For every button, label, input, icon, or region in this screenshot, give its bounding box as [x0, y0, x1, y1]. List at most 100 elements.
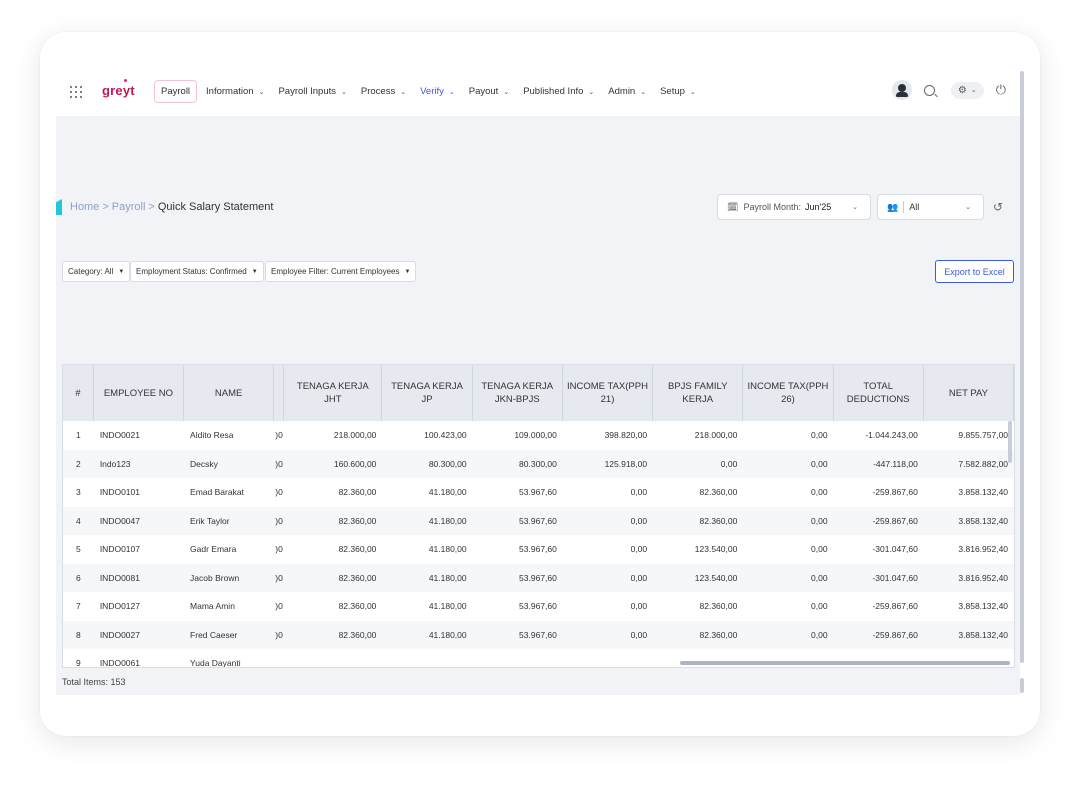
- people-icon: 👥: [887, 201, 899, 212]
- nav-item-label: Published Info: [523, 86, 584, 97]
- employee-filter[interactable]: Employee Filter: Current Employees ▼: [265, 261, 417, 282]
- table-cell: 41.180,00: [428, 572, 467, 583]
- table-cell: 3.816.952,40: [958, 544, 1009, 555]
- column-header[interactable]: NET PAY: [924, 365, 1014, 421]
- table-cell: -259.867,60: [872, 487, 918, 498]
- table-cell: 123.540,00: [694, 544, 738, 555]
- table-cell: 82.360,00: [338, 487, 377, 498]
- table-cell: Erik Taylor: [190, 515, 230, 526]
- table-cell: 9: [76, 658, 81, 668]
- column-header[interactable]: INCOME TAX(PPH 21): [563, 365, 654, 421]
- table-cell: 41.180,00: [428, 629, 467, 640]
- nav-item-information[interactable]: Information ⌄: [206, 86, 264, 97]
- nav-item-payout[interactable]: Payout ⌄: [469, 86, 509, 97]
- table-cell: )0: [275, 629, 283, 640]
- column-header[interactable]: TENAGA KERJA JP: [382, 365, 473, 421]
- column-header[interactable]: TENAGA KERJA JHT: [284, 365, 383, 421]
- column-header[interactable]: TENAGA KERJA JKN-BPJS: [473, 365, 563, 421]
- app-frame: greyt Payroll Information ⌄ Payroll Inputs ⌄…: [40, 32, 1040, 736]
- nav-item-label: Admin: [608, 86, 636, 97]
- table-cell: 6: [76, 572, 81, 583]
- table-cell: 3.858.132,40: [958, 487, 1009, 498]
- table-cell: 0,00: [811, 572, 828, 583]
- table-horizontal-scrollbar[interactable]: [680, 661, 1010, 665]
- employee-group-value: All: [909, 202, 920, 212]
- column-header[interactable]: TOTAL DEDUCTIONS: [834, 365, 924, 421]
- column-header[interactable]: BPJS FAMILY KERJA: [653, 365, 744, 421]
- history-icon[interactable]: ↺: [993, 200, 1003, 214]
- page-scrollbar[interactable]: [1020, 71, 1024, 663]
- table-cell: 7.582.882,00: [958, 458, 1009, 469]
- page-scrollbar-end[interactable]: [1020, 678, 1024, 693]
- table-row[interactable]: 3 INDO0101 Emad Barakat)0 82.360,00 41.180,0…: [63, 478, 1014, 507]
- nav-item-published-info[interactable]: Published Info ⌄: [523, 86, 594, 97]
- power-icon[interactable]: ⏻: [996, 82, 1006, 98]
- table-cell: )0: [275, 487, 283, 498]
- nav-item-verify[interactable]: Verify ⌄: [420, 86, 455, 97]
- chevron-down-icon: ⌄: [400, 88, 407, 96]
- export-to-excel-button[interactable]: Export to Excel: [935, 260, 1014, 283]
- avatar[interactable]: [891, 80, 912, 100]
- table-cell: 3.858.132,40: [958, 629, 1009, 640]
- table-cell: 0,00: [811, 544, 828, 555]
- table-cell: INDO0127: [99, 601, 140, 612]
- table-vertical-scrollbar[interactable]: [1008, 421, 1012, 463]
- employee-group-select[interactable]: 👥 All ⌄: [877, 194, 984, 220]
- table-cell: 5: [76, 544, 81, 555]
- table-cell: 4: [76, 515, 81, 526]
- chevron-down-icon: ⌄: [965, 204, 971, 211]
- nav-item-process[interactable]: Process ⌄: [361, 86, 406, 97]
- column-header[interactable]: [274, 365, 285, 421]
- table-cell: 53.967,60: [519, 544, 557, 555]
- breadcrumb-payroll[interactable]: Payroll: [112, 201, 146, 213]
- table-cell: 0,00: [630, 515, 648, 526]
- column-header[interactable]: NAME: [184, 365, 275, 421]
- table-row[interactable]: 7 INDO0127 Mama Amin)0 82.360,00 41.180,00 53…: [63, 592, 1014, 621]
- salary-table: # EMPLOYEE NO NAME TENAGA KERJA JHT TENAGA K…: [62, 364, 1015, 668]
- apps-grid-icon[interactable]: [70, 86, 82, 98]
- table-cell: -301.047,60: [872, 572, 918, 583]
- table-cell: Fred Caeser: [190, 629, 238, 640]
- table-cell: 82.360,00: [699, 629, 738, 640]
- table-row[interactable]: 4 INDO0047 Erik Taylor)0 82.360,00 41.180,00…: [63, 506, 1014, 535]
- nav-item-payroll[interactable]: Payroll: [154, 80, 198, 103]
- table-cell: 109.000,00: [514, 430, 557, 441]
- table-cell: 0,00: [630, 629, 648, 640]
- table-cell: Decsky: [190, 458, 218, 469]
- nav-menu: Payroll Information ⌄ Payroll Inputs ⌄ Proces…: [154, 80, 710, 103]
- table-row[interactable]: 5 INDO0107 Gadr Emara)0 82.360,00 41.180,00 5…: [63, 535, 1014, 564]
- nav-item-admin[interactable]: Admin ⌄: [608, 86, 646, 97]
- table-cell: Aldito Resa: [190, 430, 234, 441]
- table-cell: 0,00: [811, 515, 828, 526]
- nav-item-setup[interactable]: Setup ⌄: [660, 86, 696, 97]
- logo[interactable]: greyt: [102, 79, 135, 98]
- caret-down-icon: ▼: [251, 268, 258, 275]
- breadcrumb: Home > Payroll > Quick Salary Statement: [56, 199, 273, 215]
- settings-menu[interactable]: ⚙ ⌄: [950, 81, 984, 99]
- table-cell: 53.967,60: [519, 487, 557, 498]
- chevron-down-icon: ⌄: [970, 87, 977, 94]
- table-cell: 0,00: [811, 487, 828, 498]
- category-filter[interactable]: Category: All ▼: [62, 261, 131, 282]
- employment-status-filter[interactable]: Employment Status: Confirmed ▼: [130, 261, 264, 282]
- column-header[interactable]: INCOME TAX(PPH 26): [743, 365, 834, 421]
- table-cell: -259.867,60: [872, 515, 918, 526]
- table-cell: 3.816.952,40: [958, 572, 1009, 583]
- table-cell: 80.300,00: [519, 458, 557, 469]
- table-row[interactable]: 2 Indo123 Decsky)0 160.600,00 80.300,00 80.30…: [63, 449, 1014, 478]
- table-row[interactable]: 1 INDO0021 Aldito Resa)0 218.000,00 100.423,…: [63, 421, 1014, 450]
- table-cell: 3.858.132,40: [958, 601, 1009, 612]
- table-row[interactable]: 6 INDO0081 Jacob Brown)0 82.360,00 41.180,00…: [63, 563, 1014, 592]
- column-header[interactable]: #: [63, 365, 94, 421]
- search-icon[interactable]: [923, 84, 935, 96]
- nav-item-payroll-inputs[interactable]: Payroll Inputs ⌄: [278, 86, 346, 97]
- table-cell: 0,00: [811, 629, 828, 640]
- table-cell: Emad Barakat: [190, 487, 244, 498]
- payroll-month-select[interactable]: 🗓 Payroll Month: Jun'25 ⌄: [717, 194, 871, 220]
- column-header[interactable]: EMPLOYEE NO: [94, 365, 185, 421]
- chevron-down-icon: ⌄: [448, 88, 455, 96]
- chevron-down-icon: ⌄: [503, 88, 510, 96]
- table-row[interactable]: 8 INDO0027 Fred Caeser)0 82.360,00 41.180,00…: [63, 620, 1014, 649]
- breadcrumb-home[interactable]: Home: [70, 201, 99, 213]
- table-row[interactable]: 9 INDO0061 Yuda Dayanti: [63, 649, 1014, 668]
